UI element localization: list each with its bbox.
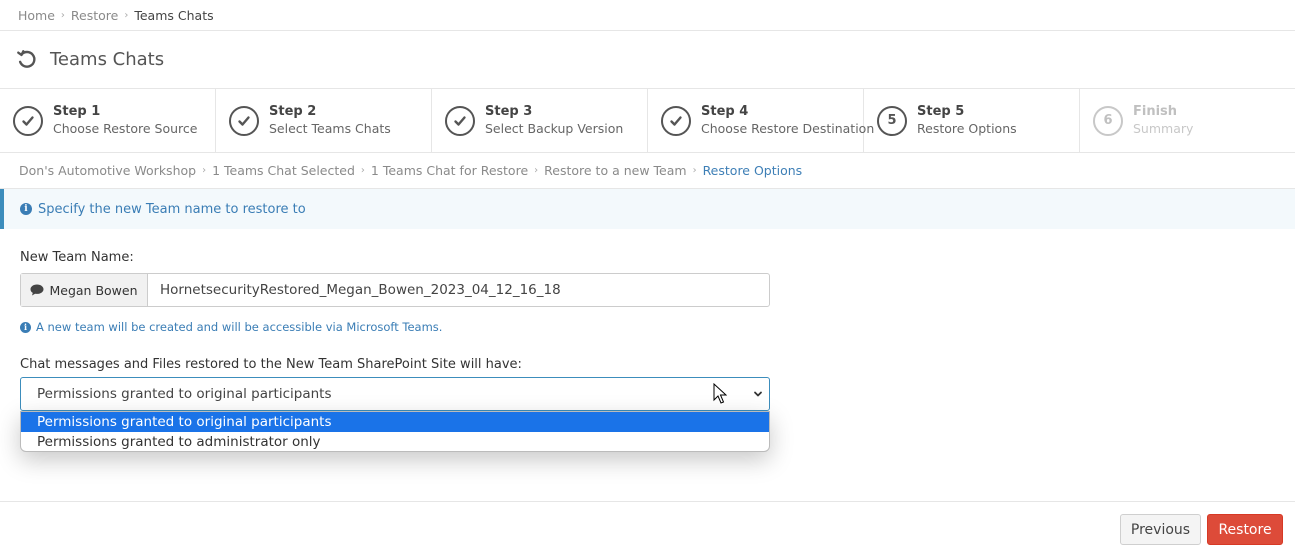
chevron-right-icon: › <box>124 9 129 21</box>
crumb-source[interactable]: Don's Automotive Workshop <box>19 163 196 178</box>
step-subtitle: Select Teams Chats <box>269 120 391 136</box>
breadcrumb-current: Teams Chats <box>134 7 214 23</box>
page-title: Teams Chats <box>50 49 165 70</box>
step-number: 5 <box>877 105 907 136</box>
chat-owner-addon: Megan Bowen <box>21 274 148 306</box>
team-name-input[interactable]: HornetsecurityRestored_Megan_Bowen_2023_… <box>148 274 769 306</box>
wizard-footer: Previous Restore <box>0 501 1295 552</box>
crumb-version[interactable]: 1 Teams Chat for Restore <box>371 163 528 178</box>
chevron-right-icon: › <box>202 165 207 176</box>
comment-icon <box>30 284 44 296</box>
chevron-down-icon <box>754 391 762 397</box>
mouse-cursor-icon <box>713 383 727 404</box>
permissions-label: Chat messages and Files restored to the … <box>20 357 522 372</box>
step-title: Step 5 <box>917 103 965 119</box>
step-subtitle: Choose Restore Source <box>53 120 198 136</box>
wizard-step-4[interactable]: Step 4 Choose Restore Destination <box>648 89 874 152</box>
crumb-destination[interactable]: Restore to a new Team <box>544 163 686 178</box>
team-help-text: i A new team will be created and will be… <box>20 320 770 334</box>
step-subtitle: Restore Options <box>917 120 1017 136</box>
wizard-step-2[interactable]: Step 2 Select Teams Chats <box>216 89 432 152</box>
step-title: Step 1 <box>53 103 101 119</box>
step-title: Finish <box>1133 103 1178 119</box>
info-callout: i Specify the new Team name to restore t… <box>0 189 1295 229</box>
team-name-label: New Team Name: <box>20 250 134 265</box>
permissions-selected-value: Permissions granted to original particip… <box>37 386 332 402</box>
chevron-right-icon: › <box>692 165 697 176</box>
step-title: Step 3 <box>485 103 533 119</box>
restore-options-form: New Team Name: Megan Bowen Hornetsecurit… <box>20 250 770 375</box>
wizard-step-1[interactable]: Step 1 Choose Restore Source <box>0 89 216 152</box>
step-title: Step 4 <box>701 103 749 119</box>
breadcrumb-home[interactable]: Home <box>18 8 55 23</box>
chevron-right-icon: › <box>534 165 539 176</box>
selection-breadcrumb: Don's Automotive Workshop › 1 Teams Chat… <box>0 153 1295 189</box>
info-message: Specify the new Team name to restore to <box>38 201 306 217</box>
chevron-right-icon: › <box>360 165 365 176</box>
restore-button[interactable]: Restore <box>1207 514 1283 545</box>
step-subtitle: Summary <box>1133 120 1194 136</box>
info-circle-icon: i <box>20 321 31 333</box>
permissions-dropdown: Permissions granted to original particip… <box>20 411 770 452</box>
page-header: Teams Chats <box>0 31 1295 89</box>
permissions-select[interactable]: Permissions granted to original particip… <box>20 377 770 411</box>
undo-icon <box>17 49 36 68</box>
wizard-steps: Step 1 Choose Restore Source Step 2 Select… <box>0 89 1295 153</box>
permissions-option-admin[interactable]: Permissions granted to administrator onl… <box>21 432 769 451</box>
step-subtitle: Select Backup Version <box>485 120 624 136</box>
breadcrumb: Home › Restore › Teams Chats <box>0 0 1295 31</box>
wizard-step-finish: 6 Finish Summary <box>1080 89 1295 152</box>
crumb-selected[interactable]: 1 Teams Chat Selected <box>212 163 355 178</box>
team-name-group: Megan Bowen HornetsecurityRestored_Megan… <box>20 273 770 307</box>
crumb-current: Restore Options <box>702 163 803 178</box>
previous-button[interactable]: Previous <box>1120 514 1201 545</box>
breadcrumb-restore[interactable]: Restore <box>71 8 118 23</box>
wizard-step-5: 5 Step 5 Restore Options <box>864 89 1080 152</box>
check-icon <box>661 105 691 136</box>
chevron-right-icon: › <box>60 9 65 21</box>
check-icon <box>445 105 475 136</box>
step-title: Step 2 <box>269 103 317 119</box>
chat-owner-name: Megan Bowen <box>49 282 138 298</box>
info-circle-icon: i <box>20 203 32 215</box>
wizard-step-3[interactable]: Step 3 Select Backup Version <box>432 89 648 152</box>
check-icon <box>229 105 259 136</box>
team-help-message: A new team will be created and will be a… <box>36 320 443 334</box>
step-subtitle: Choose Restore Destination <box>701 120 875 136</box>
step-number: 6 <box>1093 105 1123 136</box>
permissions-option-participants[interactable]: Permissions granted to original particip… <box>21 412 769 432</box>
check-icon <box>13 105 43 136</box>
